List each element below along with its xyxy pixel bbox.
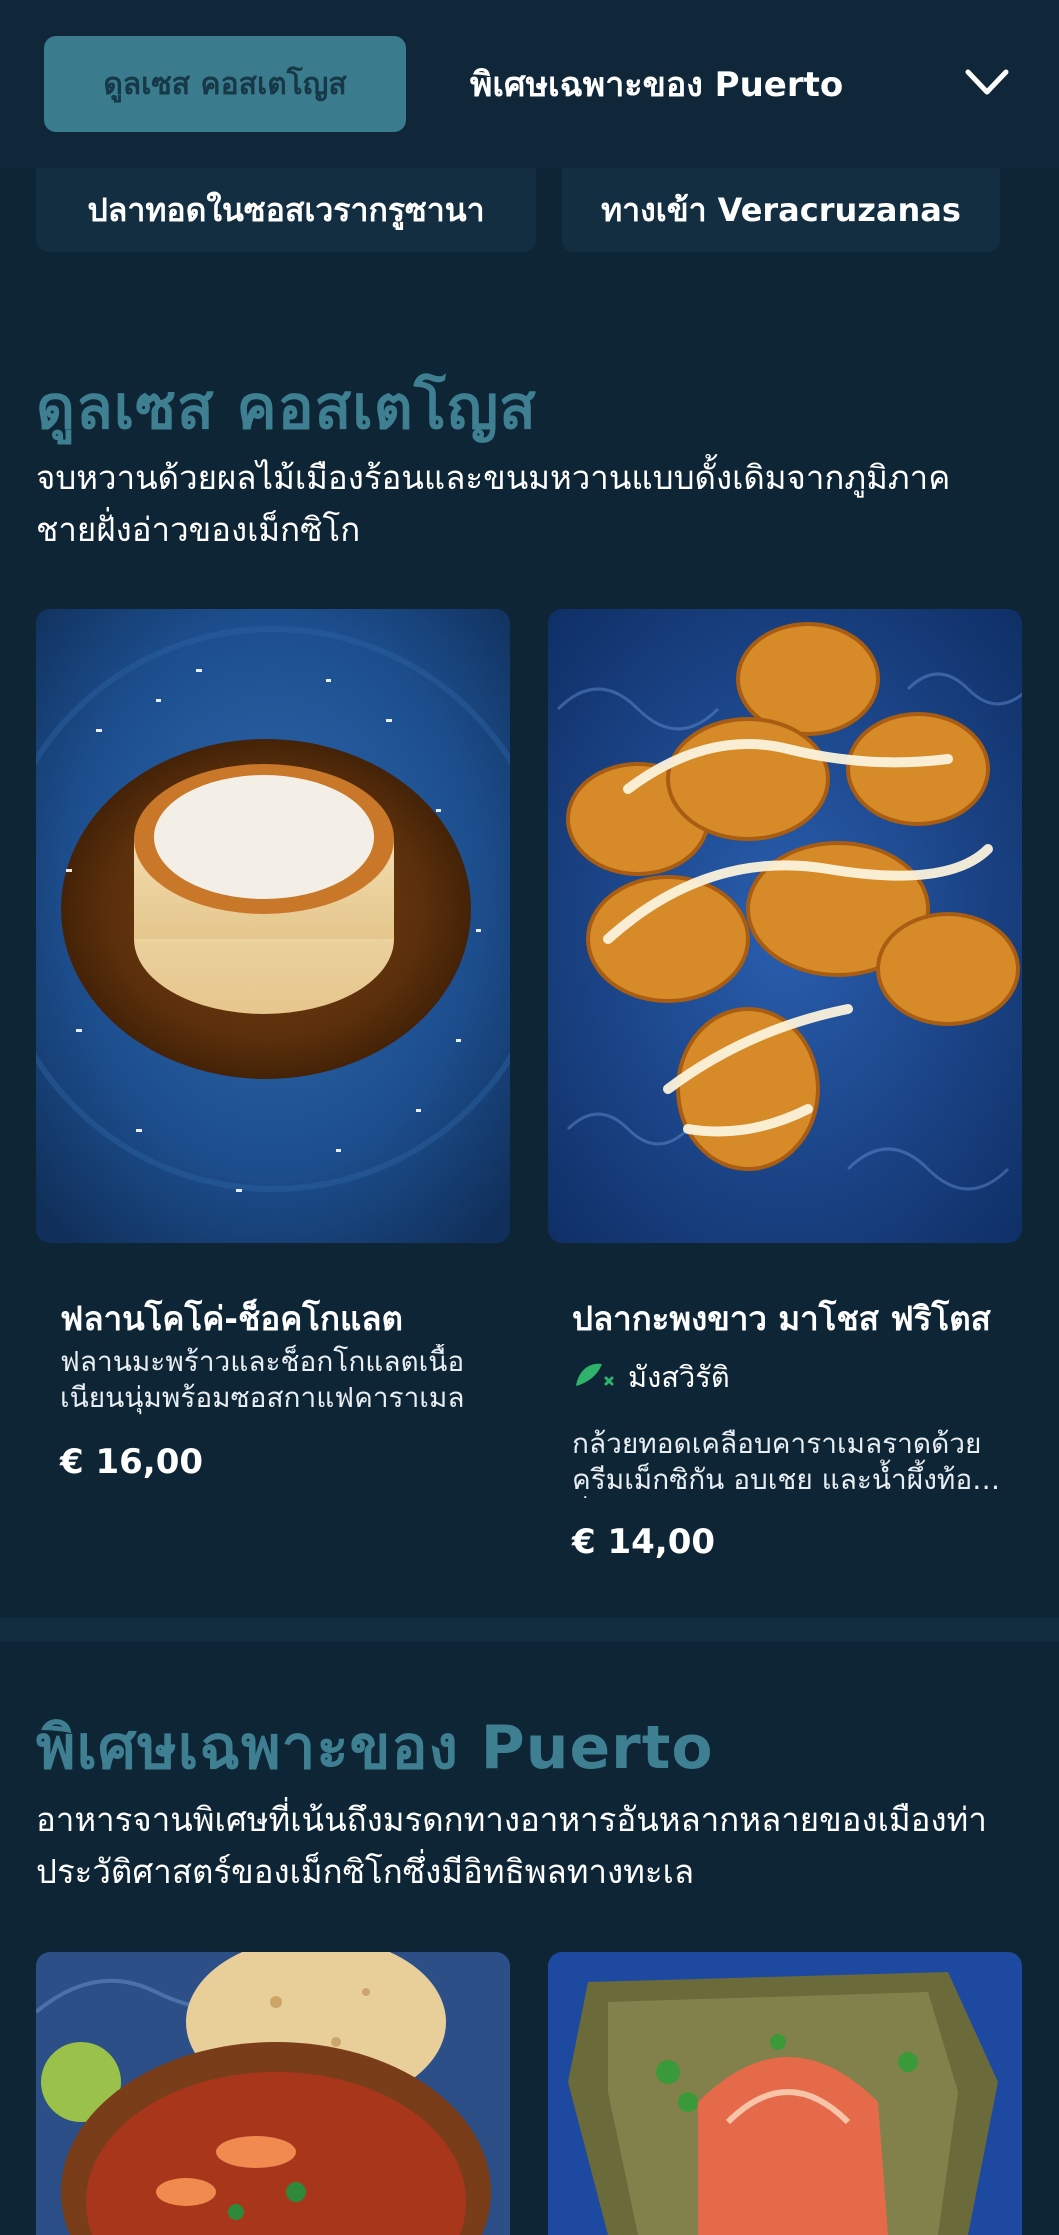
dish-price: € 14,00 bbox=[572, 1522, 716, 1562]
chevron-down-icon[interactable] bbox=[962, 62, 1012, 102]
dietary-tag-label: มังสวิรัติ bbox=[628, 1360, 730, 1394]
dish-description: กล้วยทอดเคลือบคาราเมลราดด้วยครีมเม็กซิกั… bbox=[572, 1427, 986, 1496]
section-description: จบหวานด้วยผลไม้เมืองร้อนและขนมหวานแบบดั้… bbox=[36, 458, 951, 549]
dietary-tag: มังสวิรัติ bbox=[572, 1354, 730, 1400]
subcategory-chip[interactable]: ปลาทอดในซอสเวรากรูซานา bbox=[36, 168, 536, 252]
dish-image-fish-in-leaf[interactable] bbox=[548, 1952, 1022, 2235]
dish-name[interactable]: ฟลานโคโค่-ช็อคโกแลต bbox=[60, 1292, 403, 1345]
leaf-drumstick-icon bbox=[572, 1356, 616, 1399]
dish-name[interactable]: ปลากะพงขาว มาโชส ฟริโตส bbox=[572, 1292, 991, 1345]
dish-image-seafood-soup[interactable] bbox=[36, 1952, 510, 2235]
section-title: ดูลเซส คอสเตโญส bbox=[36, 373, 537, 443]
dish-description: ฟลานมะพร้าวและช็อกโกแลตเนื้อเนียนนุ่มพร้… bbox=[60, 1345, 465, 1414]
dish-image-flan[interactable] bbox=[36, 609, 510, 1243]
category-nav: ดูลเซส คอสเตโญส พิเศษเฉพาะของ Puerto bbox=[0, 0, 1059, 168]
subcategory-chip[interactable]: ทางเข้า Veracruzanas bbox=[562, 168, 1000, 252]
section-title: พิเศษเฉพาะของ Puerto bbox=[36, 1713, 714, 1783]
dish-price: € 16,00 bbox=[60, 1442, 204, 1482]
category-tab[interactable]: พิเศษเฉพาะของ Puerto bbox=[470, 56, 843, 112]
subcategory-bar: ปลาทอดในซอสเวรากรูซานา ทางเข้า Veracruza… bbox=[0, 168, 1059, 258]
section-description: อาหารจานพิเศษที่เน้นถึงมรดกทางอาหารอันหล… bbox=[36, 1800, 987, 1891]
section-divider bbox=[0, 1618, 1059, 1642]
dish-image-plantains[interactable] bbox=[548, 609, 1022, 1243]
category-tab-active[interactable]: ดูลเซส คอสเตโญส bbox=[44, 36, 406, 132]
